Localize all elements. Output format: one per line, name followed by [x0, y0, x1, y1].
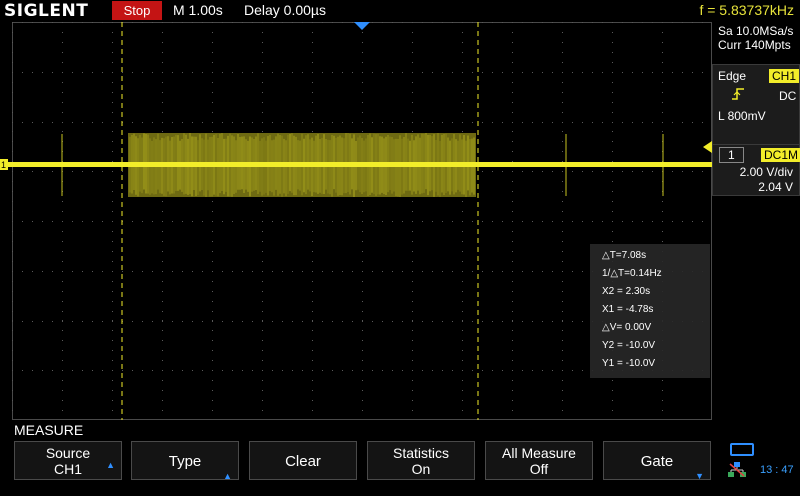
clear-softkey[interactable]: Clear: [249, 441, 357, 480]
softkey-label: Type: [168, 453, 202, 470]
y1-value: Y1 = -10.0V: [602, 358, 656, 369]
delta-t: △T=7.08s: [602, 250, 647, 261]
softkey-label: Statistics: [392, 445, 449, 461]
frequency-counter: f = 5.83737kHz: [699, 2, 794, 18]
channel-coupling: DC1M: [761, 148, 800, 162]
type-softkey[interactable]: Type ▲: [131, 441, 239, 481]
waveform-display[interactable]: 1 △T=7.08s 1/△T=0.14Hz X2 = 2.30s X1 = -…: [0, 22, 712, 420]
svg-text:1: 1: [1, 160, 6, 170]
volts-per-div: 2.00 V/div: [739, 165, 793, 179]
softkey-label: All Measure: [502, 445, 576, 461]
softkey-value: On: [411, 461, 431, 477]
source-softkey[interactable]: Source CH1 ▲: [14, 441, 122, 480]
run-stop-indicator[interactable]: Stop: [112, 1, 162, 20]
inverse-delta-t: 1/△T=0.14Hz: [602, 268, 662, 279]
softkey-bar: Source CH1 ▲ Type ▲ Clear Statistics On …: [0, 441, 712, 481]
delta-v: △V= 0.00V: [602, 322, 652, 333]
delay-readout: Delay 0.00µs: [244, 2, 326, 18]
gate-softkey[interactable]: Gate ▼: [603, 441, 711, 481]
x1-value: X1 = -4.78s: [602, 304, 654, 315]
trigger-info[interactable]: Edge CH1 DC L 800mV: [712, 64, 800, 148]
usb-icon: [730, 443, 754, 456]
channel-offset: 2.04 V: [758, 180, 793, 194]
trigger-level: L 800mV: [718, 109, 766, 123]
brand-logo: SIGLENT: [4, 1, 89, 21]
clock: 13 : 47: [760, 464, 794, 476]
softkey-label: Gate: [640, 453, 674, 470]
trigger-type: Edge: [718, 69, 747, 83]
softkey-value: Off: [529, 461, 549, 477]
channel1-info[interactable]: 1 DC1M 2.00 V/div 2.04 V: [712, 144, 800, 196]
channel-number: 1: [719, 147, 744, 163]
sample-rate: Sa 10.0MSa/s: [718, 24, 794, 38]
memory-depth: Curr 140Mpts: [718, 38, 791, 52]
softkey-label: Clear: [285, 453, 321, 470]
y2-value: Y2 = -10.0V: [602, 340, 656, 351]
x2-value: X2 = 2.30s: [602, 286, 651, 297]
menu-title: MEASURE: [14, 422, 84, 438]
trigger-source: CH1: [769, 69, 800, 83]
statistics-softkey[interactable]: Statistics On: [367, 441, 475, 480]
cursor-measurement-panel: △T=7.08s 1/△T=0.14Hz X2 = 2.30s X1 = -4.…: [590, 244, 710, 378]
timebase-readout: M 1.00s: [173, 2, 223, 18]
network-icon: [728, 462, 746, 477]
caret-up-icon: ▲: [223, 471, 232, 481]
side-info-panel: Sa 10.0MSa/s Curr 140Mpts Edge CH1 DC L …: [712, 22, 800, 420]
trigger-coupling: DC: [779, 89, 797, 103]
status-bar: SIGLENT Stop M 1.00s Delay 0.00µs f = 5.…: [0, 0, 800, 22]
caret-up-icon: ▲: [106, 460, 115, 470]
ch1-trace: [0, 162, 712, 167]
all-measure-softkey[interactable]: All Measure Off: [485, 441, 593, 480]
caret-down-icon: ▼: [695, 471, 704, 481]
rising-edge-icon: [731, 87, 745, 104]
